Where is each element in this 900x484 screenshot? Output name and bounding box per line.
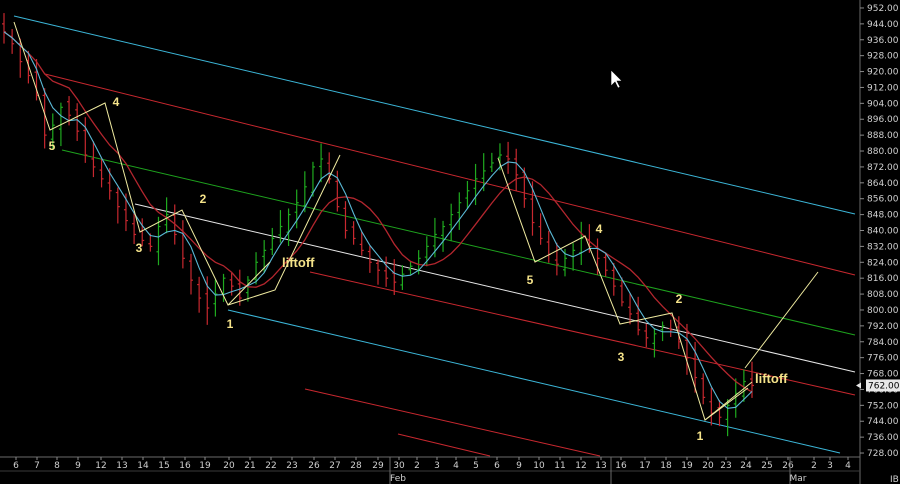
wave-label: 5 — [49, 139, 56, 153]
x-tick-label: 12 — [575, 461, 586, 471]
y-tick-label: 920.00 — [867, 68, 899, 78]
y-tick-label: 864.00 — [867, 179, 899, 189]
x-tick-label: 24 — [740, 461, 752, 471]
x-tick-label: 26 — [782, 461, 794, 471]
y-tick-label: 752.00 — [867, 401, 899, 411]
y-tick-label: 800.00 — [867, 306, 899, 316]
y-tick-label: 944.00 — [867, 20, 899, 30]
x-tick-label: 4 — [453, 461, 459, 471]
x-tick-label: 15 — [158, 461, 169, 471]
y-tick-label: 848.00 — [867, 211, 899, 221]
y-tick-label: 824.00 — [867, 258, 899, 268]
month-label: Feb — [390, 474, 406, 484]
x-tick-label: 29 — [372, 461, 384, 471]
x-tick-label: 9 — [75, 461, 81, 471]
wave-label: 4 — [596, 222, 603, 236]
x-tick-label: 16 — [179, 461, 191, 471]
y-tick-label: 936.00 — [867, 36, 899, 46]
y-tick-label: 896.00 — [867, 115, 899, 125]
y-tick-label: 832.00 — [867, 242, 899, 252]
y-tick-label: 928.00 — [867, 52, 899, 62]
x-tick-label: 6 — [494, 461, 500, 471]
y-tick-label: 728.00 — [867, 449, 899, 459]
x-tick-label: 5 — [473, 461, 479, 471]
y-tick-label: 872.00 — [867, 163, 899, 173]
plot-area — [0, 0, 861, 484]
plot-background — [0, 0, 860, 457]
y-tick-label: 880.00 — [867, 147, 899, 157]
x-tick-label: 4 — [845, 461, 851, 471]
x-tick-label: 21 — [244, 461, 255, 471]
y-tick-label: 808.00 — [867, 290, 899, 300]
x-tick-label: 2 — [414, 461, 420, 471]
y-tick-label: 952.00 — [867, 4, 899, 14]
x-tick-label: 12 — [95, 461, 106, 471]
x-tick-label: 19 — [681, 461, 693, 471]
y-tick-label: 816.00 — [867, 274, 899, 284]
corner-label: IB — [890, 475, 899, 484]
x-tick-label: 30 — [393, 461, 405, 471]
y-tick-label: 776.00 — [867, 354, 899, 364]
x-tick-label: 18 — [660, 461, 672, 471]
x-tick-label: 9 — [516, 461, 522, 471]
y-tick-label: 912.00 — [867, 83, 899, 93]
y-tick-label: 792.00 — [867, 322, 899, 332]
x-tick-label: 6 — [13, 461, 19, 471]
month-label: Mar — [790, 474, 807, 484]
wave-label: 3 — [136, 241, 143, 255]
wave-label: 1 — [697, 429, 704, 443]
x-tick-label: 19 — [199, 461, 211, 471]
y-tick-label: 856.00 — [867, 195, 899, 205]
wave-label: 2 — [676, 292, 683, 306]
wave-label: 5 — [527, 273, 534, 287]
x-tick-label: 16 — [615, 461, 627, 471]
y-tick-label: 888.00 — [867, 131, 899, 141]
y-tick-label: 840.00 — [867, 227, 899, 237]
x-tick-label: 20 — [223, 461, 235, 471]
wave-label: liftoff — [282, 255, 315, 270]
x-tick-label: 10 — [533, 461, 545, 471]
y-tick-label: 744.00 — [867, 417, 899, 427]
x-tick-label: 26 — [308, 461, 320, 471]
x-tick-label: 28 — [350, 461, 362, 471]
y-axis: 952.00 944.00 936.00 928.00 920.00 912.00 904.… — [856, 4, 900, 484]
y-tick-label: 904.00 — [867, 99, 899, 109]
x-tick-label: 11 — [554, 461, 565, 471]
x-tick-label: 3 — [434, 461, 440, 471]
x-tick-label: 25 — [761, 461, 772, 471]
wave-label: 3 — [618, 350, 625, 364]
x-tick-label: 17 — [639, 461, 650, 471]
x-tick-label: 23 — [286, 461, 297, 471]
wave-label: 1 — [227, 317, 234, 331]
x-tick-label: 23 — [720, 461, 731, 471]
x-tick-label: 20 — [702, 461, 714, 471]
y-tick-label: 768.00 — [867, 370, 899, 380]
y-tick-label: 784.00 — [867, 338, 899, 348]
x-tick-label: 8 — [54, 461, 60, 471]
x-tick-label: 13 — [595, 461, 606, 471]
last-price-label: 762.00 — [868, 381, 900, 391]
wave-label: liftoff — [755, 371, 788, 386]
x-tick-label: 22 — [265, 461, 276, 471]
x-tick-label: 14 — [137, 461, 149, 471]
wave-label: 4 — [113, 95, 120, 109]
x-tick-label: 7 — [34, 461, 40, 471]
wave-label: 2 — [200, 192, 207, 206]
x-tick-label: 3 — [827, 461, 833, 471]
x-tick-label: 27 — [329, 461, 340, 471]
y-tick-label: 736.00 — [867, 433, 899, 443]
price-chart: 54321liftoff54321liftoff 952.00944.00936… — [0, 0, 900, 484]
x-tick-label: 13 — [116, 461, 127, 471]
x-tick-label: 2 — [811, 461, 817, 471]
